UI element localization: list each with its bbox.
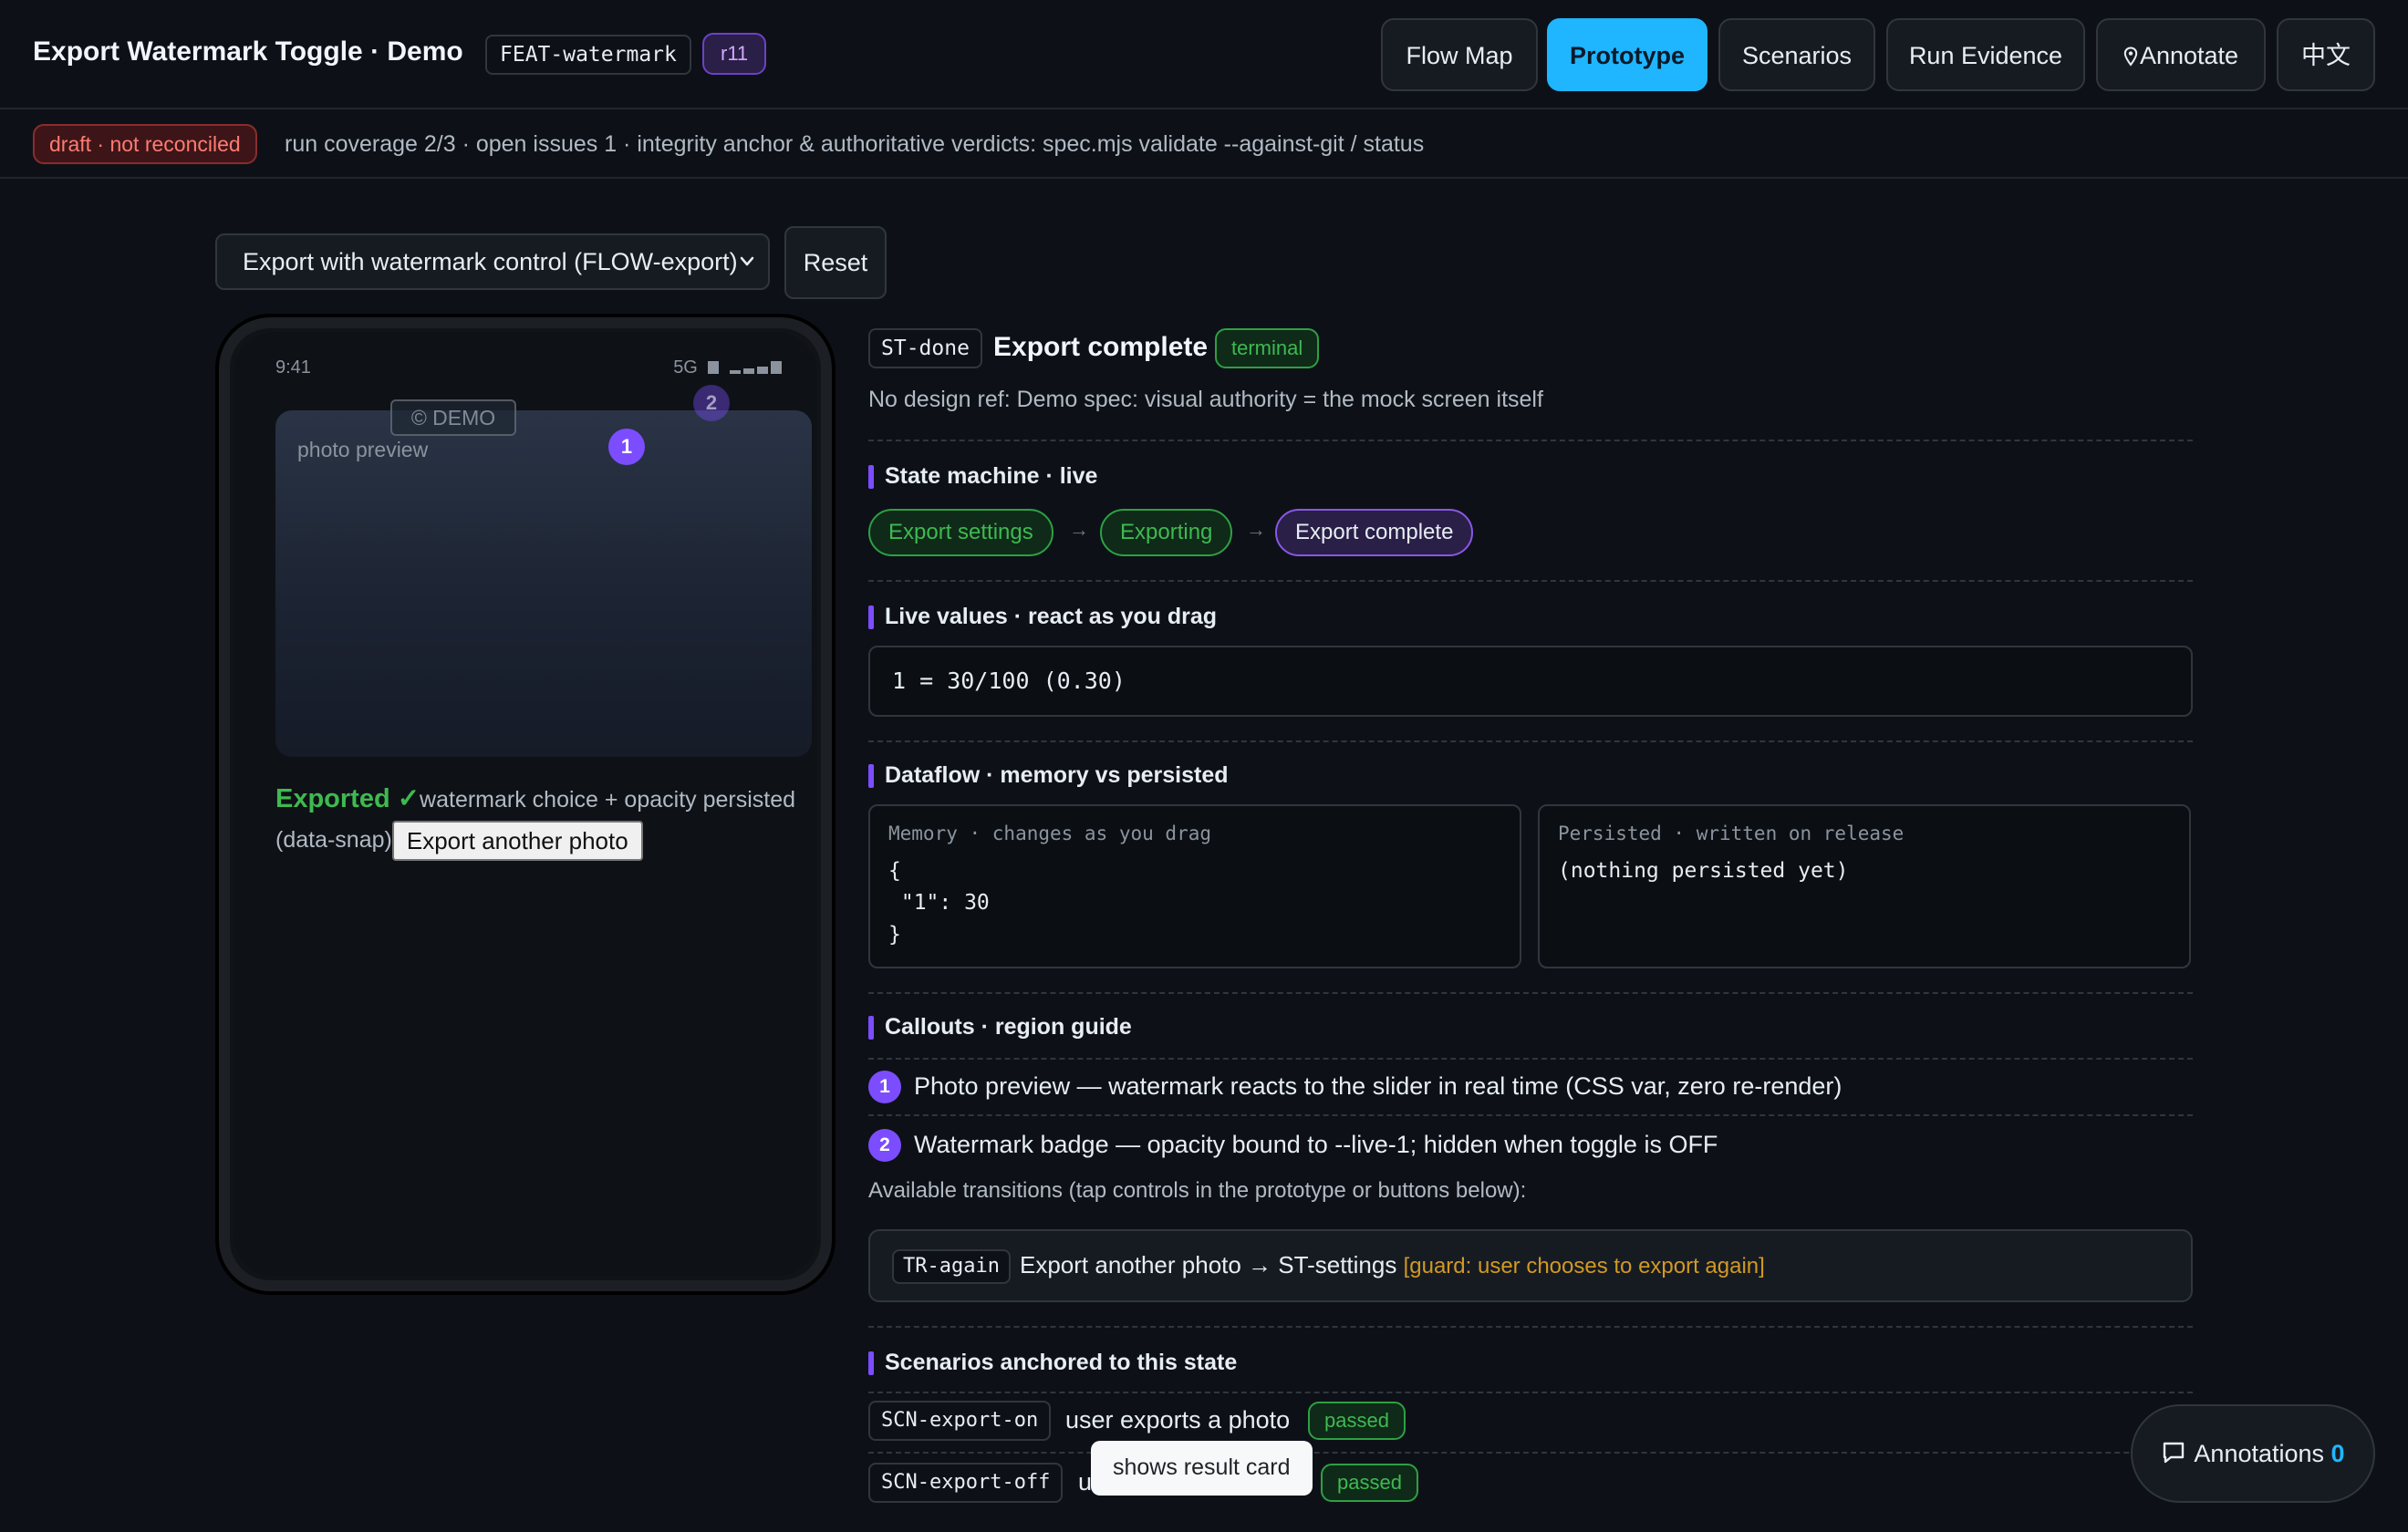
network-label: 5G bbox=[673, 357, 698, 378]
callout-item: 1 Photo preview — watermark reacts to the… bbox=[868, 1071, 1842, 1103]
state-chip-settings[interactable]: Export settings bbox=[868, 509, 1054, 556]
callout-item: 2 Watermark badge — opacity bound to --li… bbox=[868, 1129, 1718, 1162]
nav-prototype[interactable]: Prototype bbox=[1547, 18, 1707, 91]
live-values-heading: Live values · react as you drag bbox=[868, 604, 1217, 630]
chevron-down-icon bbox=[739, 235, 755, 308]
state-chip-complete[interactable]: Export complete bbox=[1275, 509, 1474, 556]
callout-text: Watermark badge — opacity bound to --liv… bbox=[914, 1131, 1718, 1158]
callouts-heading: Callouts · region guide bbox=[868, 1014, 1132, 1040]
app-title: Export Watermark Toggle · Demo bbox=[33, 36, 463, 67]
divider bbox=[868, 992, 2193, 994]
export-result: Exported ✓watermark choice + opacity per… bbox=[275, 779, 823, 862]
phone-screen: 9:41 5G photo preview © DEMO 2 1 Exporte… bbox=[234, 332, 817, 1277]
divider bbox=[868, 1114, 2193, 1116]
top-header: Export Watermark Toggle · Demo FEAT-wate… bbox=[0, 0, 2408, 109]
transition-label: Export another photo → ST-settings bbox=[1020, 1251, 1397, 1278]
signal-icon bbox=[730, 361, 784, 374]
nav-flow-map[interactable]: Flow Map bbox=[1381, 18, 1538, 91]
state-id-tag: ST-done bbox=[868, 328, 982, 368]
photo-preview-label: photo preview bbox=[297, 438, 429, 461]
divider bbox=[868, 440, 2193, 441]
dataflow-heading: Dataflow · memory vs persisted bbox=[868, 762, 1229, 789]
divider bbox=[868, 1058, 2193, 1060]
annotations-label: Annotations bbox=[2194, 1440, 2325, 1467]
nav-annotate[interactable]: Annotate bbox=[2096, 18, 2266, 91]
arrow-right-icon: → bbox=[1246, 518, 1266, 541]
status-network: 5G bbox=[673, 357, 784, 378]
scenario-text: u bbox=[1078, 1468, 1093, 1496]
scenarios-heading: Scenarios anchored to this state bbox=[868, 1350, 1237, 1376]
comment-icon bbox=[2164, 1442, 2185, 1464]
persisted-panel: Persisted · written on release (nothing … bbox=[1538, 804, 2191, 968]
design-note: No design ref: Demo spec: visual authori… bbox=[868, 387, 1543, 412]
annotations-count: 0 bbox=[2330, 1440, 2345, 1467]
divider bbox=[868, 1452, 2193, 1454]
divider bbox=[868, 580, 2193, 582]
transition-guard: [guard: user chooses to export again] bbox=[1403, 1254, 1765, 1278]
transition-id-tag: TR-again bbox=[892, 1249, 1011, 1284]
terminal-badge: terminal bbox=[1215, 328, 1320, 368]
state-chip-exporting[interactable]: Exporting bbox=[1100, 509, 1233, 556]
state-machine-heading: State machine · live bbox=[868, 463, 1097, 490]
nav-run-evidence[interactable]: Run Evidence bbox=[1886, 18, 2085, 91]
transition-row[interactable]: TR-again Export another photo → ST-setti… bbox=[868, 1229, 2193, 1302]
revision-badge: r11 bbox=[702, 33, 767, 75]
memory-label: Memory · changes as you drag bbox=[888, 823, 1212, 844]
watermark-badge: © DEMO bbox=[390, 399, 516, 436]
status-bar: draft · not reconciled run coverage 2/3 … bbox=[0, 111, 2408, 179]
feature-tag: FEAT-watermark bbox=[485, 35, 691, 75]
divider bbox=[868, 1326, 2193, 1328]
export-another-button[interactable]: Export another photo bbox=[391, 821, 643, 862]
battery-icon bbox=[708, 361, 720, 374]
nav-scenarios[interactable]: Scenarios bbox=[1718, 18, 1875, 91]
coverage-text: run coverage 2/3 · open issues 1 · integ… bbox=[285, 131, 1425, 157]
live-value-readout: 1 = 30/100 (0.30) bbox=[868, 646, 2193, 717]
photo-preview: photo preview © DEMO bbox=[275, 399, 812, 757]
persisted-label: Persisted · written on release bbox=[1558, 823, 1905, 844]
reset-button[interactable]: Reset bbox=[784, 226, 887, 299]
draft-badge: draft · not reconciled bbox=[33, 124, 257, 164]
scenario-text: user exports a photo bbox=[1065, 1406, 1291, 1434]
transition-text: Export another photo → ST-settings [guar… bbox=[1020, 1251, 1765, 1279]
callout-marker-1[interactable]: 1 bbox=[608, 429, 645, 465]
phone-mock: 9:41 5G photo preview © DEMO 2 1 Exporte… bbox=[215, 314, 836, 1295]
divider bbox=[868, 1392, 2193, 1393]
pin-icon bbox=[2123, 47, 2138, 67]
language-toggle[interactable]: 中文 bbox=[2277, 18, 2375, 91]
transitions-label: Available transitions (tap controls in t… bbox=[868, 1178, 1527, 1203]
scenario-status-badge: passed bbox=[1308, 1402, 1406, 1440]
arrow-right-icon: → bbox=[1069, 518, 1089, 541]
callout-text: Photo preview — watermark reacts to the … bbox=[914, 1072, 1842, 1100]
scenario-status-badge: passed bbox=[1321, 1464, 1418, 1502]
status-time: 9:41 bbox=[275, 357, 311, 378]
callout-marker-2[interactable]: 2 bbox=[693, 385, 730, 421]
flow-select[interactable]: Export with watermark control (FLOW-expo… bbox=[215, 233, 770, 290]
callout-number: 1 bbox=[868, 1071, 901, 1103]
memory-body: { "1": 30 } bbox=[888, 859, 990, 947]
memory-panel: Memory · changes as you drag { "1": 30 } bbox=[868, 804, 1521, 968]
nav-annotate-label: Annotate bbox=[2139, 42, 2239, 69]
scenario-id-tag[interactable]: SCN-export-on bbox=[868, 1401, 1052, 1441]
scenario-id-tag[interactable]: SCN-export-off bbox=[868, 1463, 1064, 1503]
callout-number: 2 bbox=[868, 1129, 901, 1162]
state-title: Export complete bbox=[993, 332, 1209, 362]
flow-select-value: Export with watermark control (FLOW-expo… bbox=[243, 248, 738, 275]
exported-status: Exported ✓ bbox=[275, 784, 420, 813]
divider bbox=[868, 740, 2193, 742]
annotations-button[interactable]: Annotations 0 bbox=[2131, 1404, 2375, 1503]
persisted-body: (nothing persisted yet) bbox=[1558, 859, 1849, 883]
tooltip: shows result card bbox=[1091, 1441, 1313, 1496]
